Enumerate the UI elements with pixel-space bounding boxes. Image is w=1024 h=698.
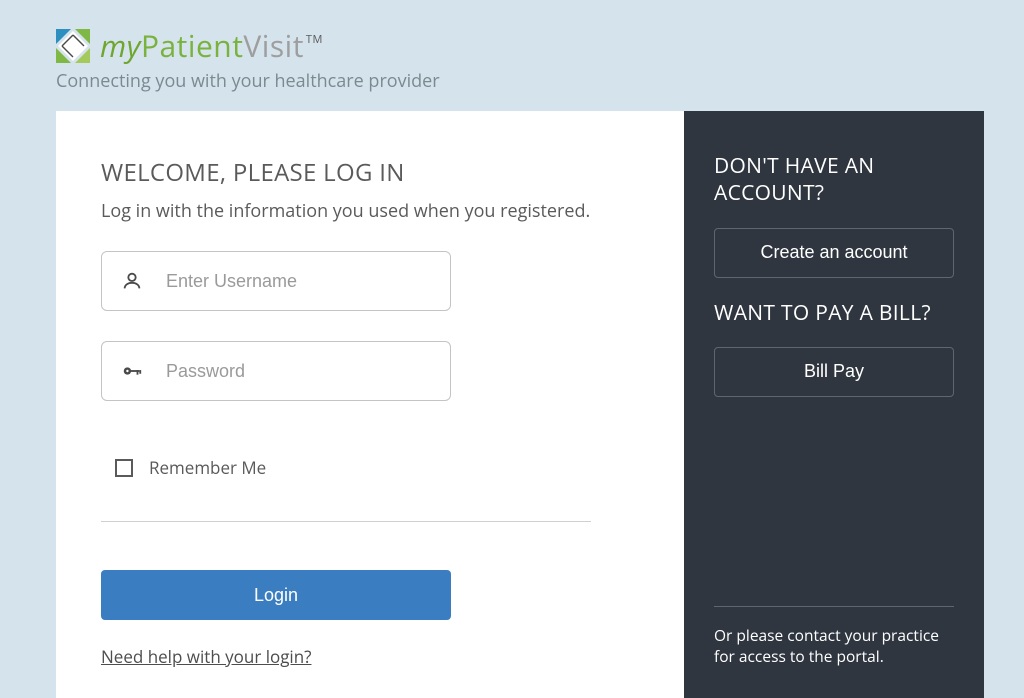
logo-visit: Visit [243, 25, 304, 66]
login-button[interactable]: Login [101, 570, 451, 620]
sidebar-divider [714, 606, 954, 607]
logo-patient: Patient [141, 25, 243, 66]
logo: myPatientVisit TM [56, 25, 1024, 66]
password-field-wrapper [101, 341, 451, 401]
username-field-wrapper [101, 251, 451, 311]
no-account-title: DON'T HAVE AN ACCOUNT? [714, 153, 954, 208]
person-icon [120, 269, 144, 293]
logo-icon [56, 29, 90, 63]
pay-bill-title: WANT TO PAY A BILL? [714, 300, 954, 327]
welcome-subtitle: Log in with the information you used whe… [101, 199, 639, 223]
divider [101, 521, 591, 522]
bill-pay-button[interactable]: Bill Pay [714, 347, 954, 397]
remember-row: Remember Me [101, 456, 639, 479]
header: myPatientVisit TM Connecting you with yo… [0, 0, 1024, 103]
key-icon [120, 359, 144, 383]
remember-label[interactable]: Remember Me [149, 456, 266, 479]
login-panel: WELCOME, PLEASE LOG IN Log in with the i… [56, 111, 684, 698]
tagline: Connecting you with your healthcare prov… [56, 69, 1024, 93]
logo-tm: TM [306, 32, 323, 47]
contact-note: Or please contact your practice for acce… [714, 625, 954, 668]
sidebar-panel: DON'T HAVE AN ACCOUNT? Create an account… [684, 111, 984, 698]
password-input[interactable] [166, 361, 432, 382]
logo-my: my [100, 25, 141, 66]
create-account-button[interactable]: Create an account [714, 228, 954, 278]
username-input[interactable] [166, 271, 432, 292]
logo-text: myPatientVisit TM [100, 25, 321, 66]
welcome-title: WELCOME, PLEASE LOG IN [101, 156, 639, 189]
help-link[interactable]: Need help with your login? [101, 645, 312, 668]
remember-checkbox[interactable] [115, 459, 133, 477]
